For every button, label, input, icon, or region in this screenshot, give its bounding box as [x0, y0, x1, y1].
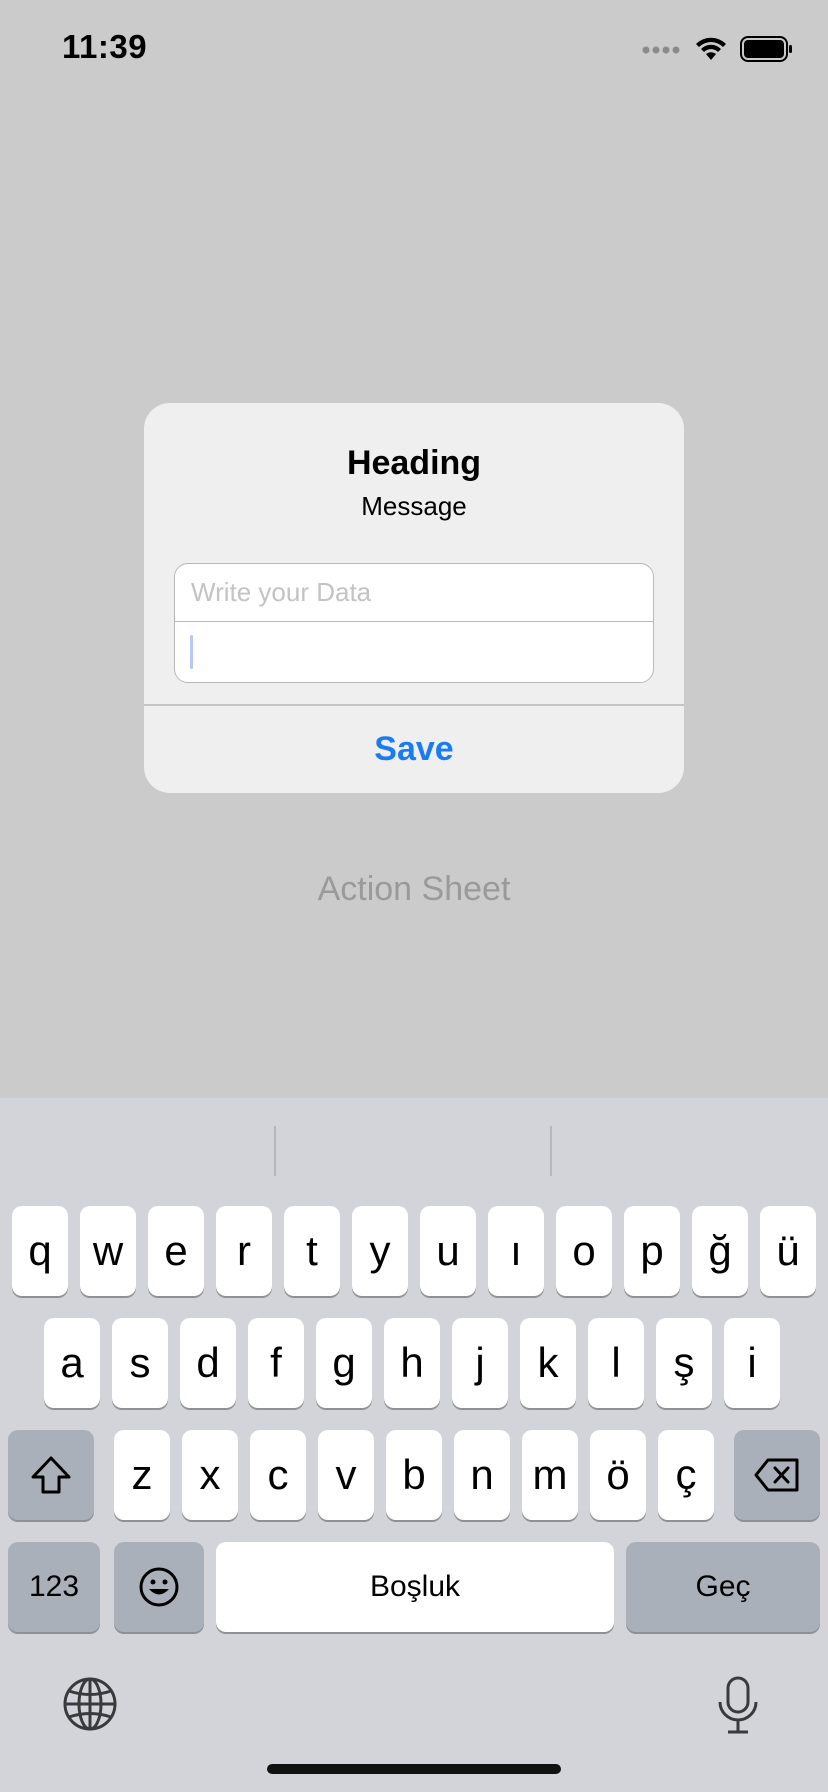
- delete-icon: [754, 1458, 799, 1492]
- key-z[interactable]: z: [114, 1430, 170, 1520]
- suggestion-separator: [550, 1126, 552, 1176]
- key-y[interactable]: y: [352, 1206, 408, 1296]
- battery-icon: [740, 36, 794, 67]
- key-r[interactable]: r: [216, 1206, 272, 1296]
- key-n[interactable]: n: [454, 1430, 510, 1520]
- key-w[interactable]: w: [80, 1206, 136, 1296]
- delete-key[interactable]: [734, 1430, 820, 1520]
- key-c[interactable]: c: [250, 1430, 306, 1520]
- key-ş[interactable]: ş: [656, 1318, 712, 1408]
- key-u[interactable]: u: [420, 1206, 476, 1296]
- key-ğ[interactable]: ğ: [692, 1206, 748, 1296]
- emoji-icon: [139, 1567, 179, 1607]
- key-m[interactable]: m: [522, 1430, 578, 1520]
- home-indicator: [267, 1764, 561, 1774]
- status-time: 11:39: [62, 28, 148, 65]
- key-ç[interactable]: ç: [658, 1430, 714, 1520]
- alert-text-fields: [174, 563, 654, 683]
- key-ö[interactable]: ö: [590, 1430, 646, 1520]
- alert-dialog: Heading Message Save: [144, 403, 684, 793]
- shift-icon: [31, 1456, 71, 1494]
- suggestion-separator: [274, 1126, 276, 1176]
- key-l[interactable]: l: [588, 1318, 644, 1408]
- key-q[interactable]: q: [12, 1206, 68, 1296]
- key-g[interactable]: g: [316, 1318, 372, 1408]
- key-x[interactable]: x: [182, 1430, 238, 1520]
- key-i[interactable]: i: [724, 1318, 780, 1408]
- key-d[interactable]: d: [180, 1318, 236, 1408]
- microphone-icon[interactable]: [716, 1676, 760, 1741]
- status-icons: [642, 36, 794, 67]
- globe-icon[interactable]: [62, 1676, 118, 1737]
- key-o[interactable]: o: [556, 1206, 612, 1296]
- key-t[interactable]: t: [284, 1206, 340, 1296]
- key-a[interactable]: a: [44, 1318, 100, 1408]
- text-cursor: [190, 635, 193, 669]
- key-s[interactable]: s: [112, 1318, 168, 1408]
- key-ı[interactable]: ı: [488, 1206, 544, 1296]
- key-k[interactable]: k: [520, 1318, 576, 1408]
- alert-message: Message: [361, 491, 467, 521]
- emoji-key[interactable]: [114, 1542, 204, 1632]
- key-v[interactable]: v: [318, 1430, 374, 1520]
- cellular-dots-icon: [642, 43, 682, 61]
- return-key[interactable]: Geç: [626, 1542, 820, 1632]
- space-key[interactable]: Boşluk: [216, 1542, 614, 1632]
- data-input-field[interactable]: [175, 564, 653, 622]
- key-p[interactable]: p: [624, 1206, 680, 1296]
- numbers-key[interactable]: 123: [8, 1542, 100, 1632]
- shift-key[interactable]: [8, 1430, 94, 1520]
- key-ü[interactable]: ü: [760, 1206, 816, 1296]
- key-j[interactable]: j: [452, 1318, 508, 1408]
- wifi-icon: [694, 36, 728, 67]
- key-e[interactable]: e: [148, 1206, 204, 1296]
- suggestion-bar: [0, 1098, 828, 1198]
- alert-title: Heading: [346, 444, 482, 482]
- key-f[interactable]: f: [248, 1318, 304, 1408]
- status-bar: 11:39: [0, 0, 828, 100]
- save-button[interactable]: Save: [144, 705, 684, 793]
- action-sheet-button[interactable]: Action Sheet: [0, 870, 828, 909]
- second-input-field[interactable]: [175, 624, 653, 682]
- key-h[interactable]: h: [384, 1318, 440, 1408]
- key-b[interactable]: b: [386, 1430, 442, 1520]
